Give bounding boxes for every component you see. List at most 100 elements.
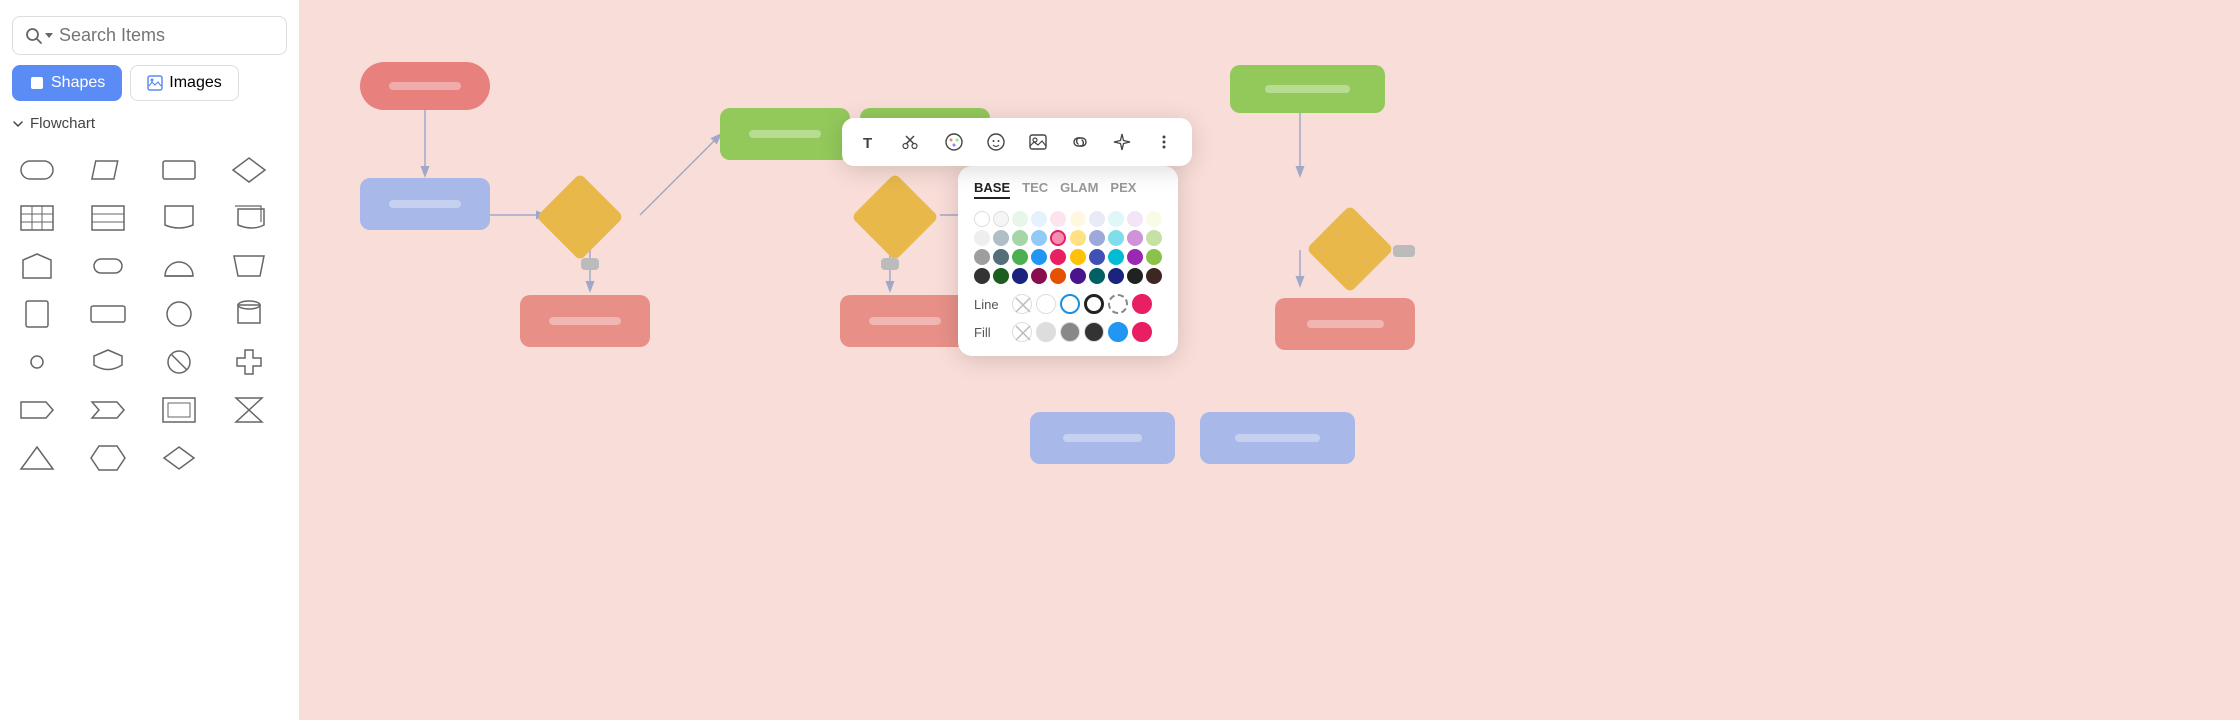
line-pink-swatch[interactable] (1132, 294, 1152, 314)
color-dot[interactable] (1050, 230, 1066, 246)
color-tab-tec[interactable]: TEC (1022, 180, 1048, 199)
toolbar-more-icon[interactable] (1150, 128, 1178, 156)
color-dot[interactable] (974, 211, 990, 227)
color-tab-glam[interactable]: GLAM (1060, 180, 1098, 199)
shape-pentagon[interactable] (12, 246, 62, 286)
fill-blue-swatch[interactable] (1108, 322, 1128, 342)
shape-blocked[interactable] (154, 342, 204, 382)
color-dot[interactable] (1012, 268, 1028, 284)
toolbar-image-icon[interactable] (1024, 128, 1052, 156)
color-dot[interactable] (993, 268, 1009, 284)
line-white-swatch[interactable] (1036, 294, 1056, 314)
color-dot[interactable] (1146, 230, 1162, 246)
shape-rect[interactable] (154, 150, 204, 190)
color-dot[interactable] (974, 249, 990, 265)
shape-rounded-rect[interactable] (12, 150, 62, 190)
color-dot[interactable] (1031, 211, 1047, 227)
color-dot[interactable] (1108, 249, 1124, 265)
fill-none-swatch[interactable] (1012, 322, 1032, 342)
shape-plus[interactable] (224, 342, 274, 382)
tab-shapes[interactable]: Shapes (12, 65, 122, 101)
node-blue-rect-bottom-1[interactable] (1030, 412, 1175, 464)
color-dot[interactable] (1070, 230, 1086, 246)
color-dot[interactable] (974, 230, 990, 246)
shape-hourglass[interactable] (224, 390, 274, 430)
shape-grid[interactable] (12, 198, 62, 238)
shape-half-circle[interactable] (154, 246, 204, 286)
toolbar-text-icon[interactable]: T (856, 128, 884, 156)
node-yellow-diamond-3[interactable] (1310, 218, 1390, 280)
shape-parallelogram[interactable] (83, 150, 133, 190)
color-dot[interactable] (1146, 249, 1162, 265)
color-dot[interactable] (1050, 211, 1066, 227)
color-dot[interactable] (1146, 268, 1162, 284)
color-dot[interactable] (1050, 268, 1066, 284)
shape-small-circle[interactable] (12, 342, 62, 382)
node-blue-rect-bottom-2[interactable] (1200, 412, 1355, 464)
color-dot[interactable] (1070, 211, 1086, 227)
color-dot[interactable] (1127, 230, 1143, 246)
line-dark-swatch[interactable] (1084, 294, 1104, 314)
color-dot[interactable] (993, 211, 1009, 227)
shape-cylinder-h[interactable] (83, 246, 133, 286)
color-dot[interactable] (1070, 249, 1086, 265)
node-salmon-rect-1[interactable] (520, 295, 650, 347)
line-none-swatch[interactable] (1012, 294, 1032, 314)
tab-images[interactable]: Images (130, 65, 238, 101)
color-dot[interactable] (1070, 268, 1086, 284)
color-dot[interactable] (1108, 230, 1124, 246)
line-blue-swatch[interactable] (1060, 294, 1080, 314)
toolbar-cut-icon[interactable] (898, 128, 926, 156)
color-dot[interactable] (993, 230, 1009, 246)
fill-dark-swatch[interactable] (1084, 322, 1104, 342)
color-dot[interactable] (1089, 268, 1105, 284)
shape-rect-tall[interactable] (12, 294, 62, 334)
color-dot[interactable] (1012, 230, 1028, 246)
toolbar-palette-icon[interactable] (940, 128, 968, 156)
shape-doc[interactable] (154, 198, 204, 238)
color-dot[interactable] (1012, 211, 1028, 227)
color-dot[interactable] (1089, 249, 1105, 265)
shape-cylinder[interactable] (224, 294, 274, 334)
fill-light-swatch[interactable] (1036, 322, 1056, 342)
fill-gray-swatch[interactable] (1060, 322, 1080, 342)
color-dot[interactable] (1031, 230, 1047, 246)
line-dashed-swatch[interactable] (1108, 294, 1128, 314)
shape-horizontal-lines[interactable] (83, 198, 133, 238)
fill-pink-swatch[interactable] (1132, 322, 1152, 342)
shape-shield[interactable] (83, 342, 133, 382)
node-yellow-diamond-2[interactable] (855, 186, 935, 248)
search-input[interactable] (59, 25, 291, 46)
color-dot[interactable] (993, 249, 1009, 265)
color-tab-pex[interactable]: PEX (1110, 180, 1136, 199)
color-tab-base[interactable]: BASE (974, 180, 1010, 199)
node-salmon-rect-3[interactable] (1275, 298, 1415, 350)
node-green-rect-4[interactable] (1230, 65, 1385, 113)
node-blue-rect-1[interactable] (360, 178, 490, 230)
color-dot[interactable] (1146, 211, 1162, 227)
shape-chevron[interactable] (83, 390, 133, 430)
shape-circle[interactable] (154, 294, 204, 334)
color-dot[interactable] (1127, 268, 1143, 284)
color-dot[interactable] (974, 268, 990, 284)
toolbar-emoji-icon[interactable] (982, 128, 1010, 156)
shape-hexagon[interactable] (83, 438, 133, 478)
toolbar-sparkle-icon[interactable] (1108, 128, 1136, 156)
canvas[interactable]: T BASE TEC GLAM PEX (300, 0, 2240, 720)
node-salmon-rect-2[interactable] (840, 295, 970, 347)
shape-trapezoid[interactable] (224, 246, 274, 286)
color-dot[interactable] (1012, 249, 1028, 265)
shape-frame[interactable] (154, 390, 204, 430)
color-dot[interactable] (1050, 249, 1066, 265)
shape-triangle[interactable] (12, 438, 62, 478)
color-dot[interactable] (1031, 268, 1047, 284)
shape-small-diamond[interactable] (154, 438, 204, 478)
shape-arrow-rect[interactable] (12, 390, 62, 430)
color-dot[interactable] (1089, 211, 1105, 227)
node-yellow-diamond-1[interactable] (540, 186, 620, 248)
shape-diamond[interactable] (224, 150, 274, 190)
shape-rect-wide[interactable] (83, 294, 133, 334)
search-bar[interactable] (12, 16, 287, 55)
color-dot[interactable] (1127, 249, 1143, 265)
color-dot[interactable] (1108, 268, 1124, 284)
